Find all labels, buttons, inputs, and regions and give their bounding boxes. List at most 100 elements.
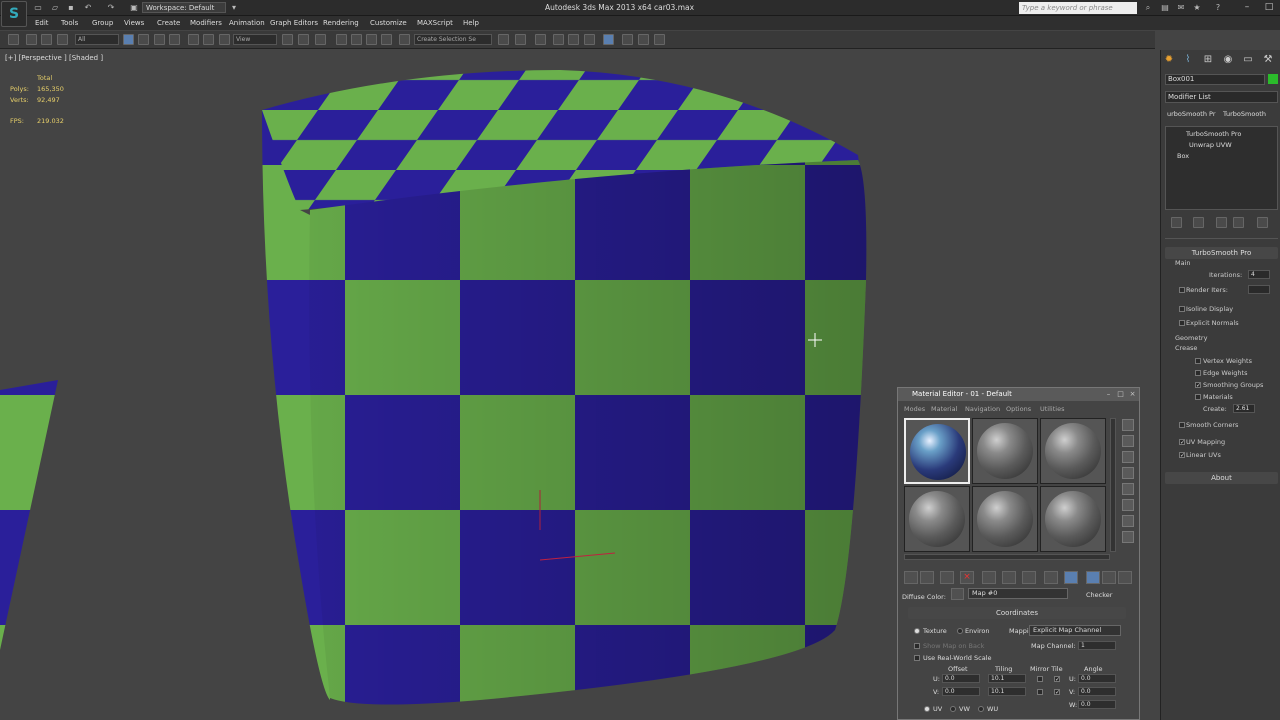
- me-maximize-button[interactable]: □: [1115, 388, 1126, 400]
- put-to-scene-icon[interactable]: [920, 571, 934, 584]
- v-offset-spinner[interactable]: 0.0: [942, 687, 980, 696]
- viewport-label[interactable]: [+] [Perspective ] [Shaded ]: [5, 54, 103, 62]
- menu-views[interactable]: Views: [124, 19, 144, 27]
- rollout-about[interactable]: About: [1165, 472, 1278, 484]
- redo-icon[interactable]: ↷: [106, 2, 116, 14]
- render-production-icon[interactable]: [654, 34, 665, 45]
- u-tile-checkbox[interactable]: ✓: [1054, 676, 1060, 683]
- material-editor-icon[interactable]: [603, 34, 614, 45]
- unlink-icon[interactable]: [41, 34, 52, 45]
- coordinates-rollout[interactable]: Coordinates: [908, 607, 1126, 619]
- minimize-button[interactable]: –: [1236, 0, 1258, 15]
- undo-icon[interactable]: ↶: [83, 2, 93, 14]
- menu-rendering[interactable]: Rendering: [323, 19, 359, 27]
- render-setup-icon[interactable]: [622, 34, 633, 45]
- select-manipulate-icon[interactable]: [298, 34, 309, 45]
- motion-tab-icon[interactable]: ◉: [1221, 53, 1235, 67]
- me-options-icon[interactable]: [1122, 515, 1134, 527]
- show-map-checkbox[interactable]: [914, 643, 920, 649]
- remove-modifier-icon[interactable]: [1233, 217, 1244, 228]
- menu-maxscript[interactable]: MAXScript: [417, 19, 453, 27]
- material-slot-1[interactable]: [904, 418, 970, 484]
- w-angle-spinner[interactable]: 0.0: [1078, 700, 1116, 709]
- backlight-icon[interactable]: [1122, 435, 1134, 447]
- named-selection-dropdown[interactable]: Create Selection Se: [414, 34, 492, 45]
- new-file-icon[interactable]: ▭: [33, 2, 43, 14]
- linear-uvs-checkbox[interactable]: ✓: [1179, 452, 1185, 459]
- uv-radio[interactable]: [924, 706, 930, 712]
- map-type-button[interactable]: Checker: [1086, 591, 1112, 599]
- edit-named-selection-icon[interactable]: [399, 34, 410, 45]
- workspace-dropdown[interactable]: Workspace: Default: [142, 2, 226, 13]
- menu-animation[interactable]: Animation: [229, 19, 265, 27]
- material-id-channel-icon[interactable]: [1022, 571, 1036, 584]
- hierarchy-tab-icon[interactable]: ⊞: [1201, 53, 1215, 67]
- slot-scrollbar[interactable]: [904, 554, 1110, 560]
- make-unique-icon[interactable]: [1216, 217, 1227, 228]
- align-icon[interactable]: [515, 34, 526, 45]
- show-shaded-icon[interactable]: [1044, 571, 1058, 584]
- menu-edit[interactable]: Edit: [35, 19, 49, 27]
- display-tab-icon[interactable]: ▭: [1241, 53, 1255, 67]
- render-iters-checkbox[interactable]: [1179, 287, 1185, 293]
- select-link-icon[interactable]: [26, 34, 37, 45]
- me-menu-utilities[interactable]: Utilities: [1040, 405, 1064, 413]
- slot-vscrollbar[interactable]: [1110, 418, 1116, 552]
- u-angle-spinner[interactable]: 0.0: [1078, 674, 1116, 683]
- select-object-icon[interactable]: [123, 34, 134, 45]
- snaps-toggle-icon[interactable]: [336, 34, 347, 45]
- materials-checkbox[interactable]: [1195, 394, 1201, 400]
- assign-material-icon[interactable]: [940, 571, 954, 584]
- stack-item-unwrap-uvw[interactable]: Unwrap UVW: [1189, 141, 1232, 149]
- rectangular-selection-icon[interactable]: [154, 34, 165, 45]
- material-slot-2[interactable]: [972, 418, 1038, 484]
- me-close-button[interactable]: ×: [1127, 388, 1138, 400]
- open-file-icon[interactable]: ▱: [50, 2, 60, 14]
- layer-manager-icon[interactable]: [535, 34, 546, 45]
- configure-sets-icon[interactable]: [1257, 217, 1268, 228]
- u-tiling-spinner[interactable]: 10.1: [988, 674, 1026, 683]
- app-logo-icon[interactable]: S: [1, 1, 27, 27]
- utilities-tab-icon[interactable]: ⚒: [1261, 53, 1275, 67]
- u-mirror-checkbox[interactable]: [1037, 676, 1043, 682]
- explicit-normals-checkbox[interactable]: [1179, 320, 1185, 326]
- object-name-field[interactable]: Box001: [1165, 74, 1265, 85]
- turbosmooth-pro-button[interactable]: urboSmooth Pr: [1167, 110, 1216, 121]
- menu-customize[interactable]: Customize: [370, 19, 407, 27]
- create-tab-icon[interactable]: ✹: [1162, 53, 1176, 67]
- maximize-button[interactable]: □: [1258, 0, 1280, 15]
- u-offset-spinner[interactable]: 0.0: [942, 674, 980, 683]
- me-menu-navigation[interactable]: Navigation: [965, 405, 1000, 413]
- me-minimize-button[interactable]: –: [1103, 388, 1114, 400]
- mapping-dropdown[interactable]: Explicit Map Channel: [1029, 625, 1121, 636]
- reference-coordinate-dropdown[interactable]: View: [233, 34, 277, 45]
- graphite-toggle-icon[interactable]: [553, 34, 564, 45]
- menu-group[interactable]: Group: [92, 19, 113, 27]
- pivot-center-icon[interactable]: [282, 34, 293, 45]
- wu-radio[interactable]: [978, 706, 984, 712]
- curve-editor-icon[interactable]: [568, 34, 579, 45]
- put-to-library-icon[interactable]: [1002, 571, 1016, 584]
- stack-item-box[interactable]: Box: [1177, 152, 1189, 160]
- select-by-name-icon[interactable]: [138, 34, 149, 45]
- move-icon[interactable]: [188, 34, 199, 45]
- percent-snap-icon[interactable]: [366, 34, 377, 45]
- search-input[interactable]: Type a keyword or phrase: [1019, 2, 1137, 14]
- uv-mapping-checkbox[interactable]: ✓: [1179, 439, 1185, 446]
- communication-icon[interactable]: ✉: [1176, 2, 1186, 14]
- object-color-swatch[interactable]: [1268, 74, 1278, 84]
- video-color-check-icon[interactable]: [1122, 483, 1134, 495]
- modifier-list-dropdown[interactable]: Modifier List: [1165, 91, 1278, 103]
- scale-icon[interactable]: [219, 34, 230, 45]
- menu-graph-editors[interactable]: Graph Editors: [270, 19, 318, 27]
- turbosmooth-button[interactable]: TurboSmooth: [1223, 110, 1266, 121]
- isoline-checkbox[interactable]: [1179, 306, 1185, 312]
- schematic-view-icon[interactable]: [584, 34, 595, 45]
- menu-help[interactable]: Help: [463, 19, 479, 27]
- create-spinner[interactable]: 2.61: [1233, 404, 1255, 413]
- iterations-spinner[interactable]: 4: [1248, 270, 1270, 279]
- menu-create[interactable]: Create: [157, 19, 180, 27]
- background-icon[interactable]: [1122, 451, 1134, 463]
- favorites-icon[interactable]: ★: [1192, 2, 1202, 14]
- chevron-down-icon[interactable]: ▾: [229, 2, 239, 14]
